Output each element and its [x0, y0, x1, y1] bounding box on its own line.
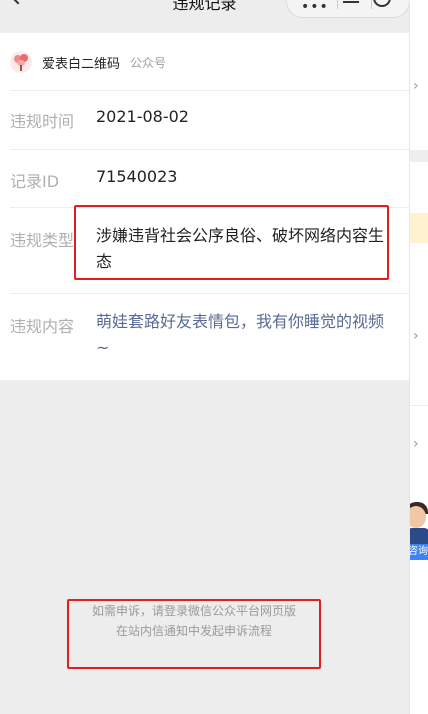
account-avatar	[10, 51, 32, 73]
mini-program-capsule: •••	[286, 0, 409, 18]
chevron-right-icon[interactable]: ›	[413, 436, 419, 452]
appeal-note-highlight	[67, 599, 321, 669]
capsule-divider	[371, 0, 372, 9]
divider	[10, 90, 409, 91]
violation-type-label: 违规类型	[10, 231, 75, 250]
more-dots-icon[interactable]: •••	[301, 0, 329, 15]
background-page-peek: › › › 咨询	[409, 0, 428, 714]
peek-divider-band	[410, 150, 428, 162]
nav-bar: 违规记录 •••	[0, 0, 409, 33]
capsule-divider	[337, 0, 338, 9]
chevron-right-icon[interactable]: ›	[413, 78, 419, 94]
account-name: 爱表白二维码	[42, 56, 121, 72]
minimize-icon[interactable]	[343, 1, 359, 3]
violation-record-panel: 违规记录 ••• 爱表白二维码 公众号 违规时间 2021-08-02 记录ID…	[0, 0, 409, 714]
violation-content-link[interactable]: 萌娃套路好友表情包，我有你睡觉的视频~	[96, 309, 394, 361]
divider	[10, 293, 409, 294]
consult-tag: 咨询	[410, 544, 428, 560]
violation-time-value: 2021-08-02	[96, 107, 189, 126]
account-header[interactable]: 爱表白二维码 公众号	[10, 48, 166, 76]
record-id-label: 记录ID	[10, 172, 60, 191]
consultant-avatar[interactable]: 咨询	[410, 500, 428, 562]
peek-divider	[410, 405, 428, 406]
account-type: 公众号	[130, 55, 167, 70]
divider	[10, 149, 409, 150]
close-circle-icon[interactable]	[373, 0, 391, 7]
record-id-value: 71540023	[96, 167, 178, 186]
violation-type-highlight	[74, 205, 389, 280]
violation-time-label: 违规时间	[10, 112, 75, 131]
peek-highlight-band	[410, 213, 428, 243]
chevron-right-icon[interactable]: ›	[413, 328, 419, 344]
violation-content-label: 违规内容	[10, 317, 75, 336]
